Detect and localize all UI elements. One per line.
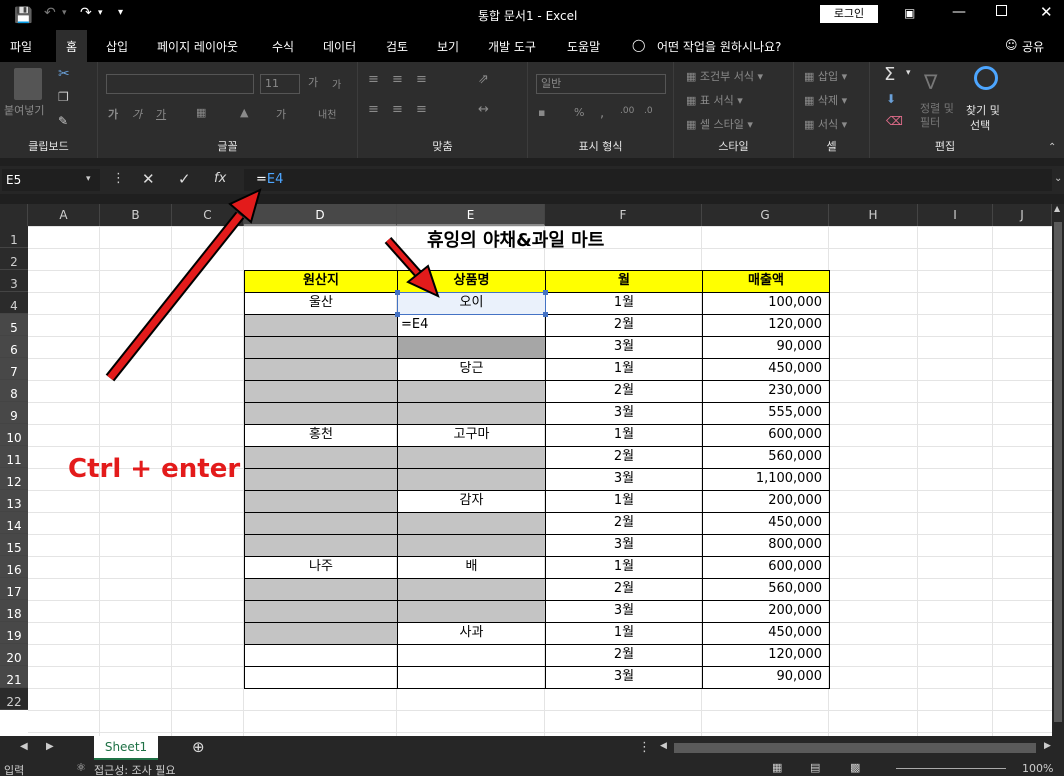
arrow-overlay bbox=[105, 188, 440, 382]
accessibility-status[interactable]: 접근성: 조사 필요 bbox=[94, 762, 176, 776]
sheet-tab-sheet1[interactable]: Sheet1 bbox=[94, 736, 158, 760]
zoom-slider[interactable] bbox=[896, 768, 1006, 769]
zoom-level[interactable]: 100% bbox=[1022, 762, 1053, 775]
status-mode: 입력 bbox=[4, 764, 25, 776]
vertical-scrollbar[interactable]: ▲ bbox=[1052, 204, 1064, 736]
page-break-view-icon[interactable]: ▩ bbox=[850, 761, 860, 774]
sheet-tabs-bar: ◀ ▶ Sheet1 ⊕ ⋮ ◀ ▶ bbox=[0, 736, 1064, 760]
accessibility-icon: ⚛ bbox=[76, 761, 86, 774]
scroll-right-icon[interactable]: ▶ bbox=[1044, 741, 1051, 751]
add-sheet-icon[interactable]: ⊕ bbox=[192, 738, 205, 756]
horizontal-scrollbar[interactable] bbox=[674, 743, 1036, 753]
vertical-scroll-thumb[interactable] bbox=[1054, 222, 1062, 722]
arrow-to-formula bbox=[105, 188, 262, 382]
prev-sheet-icon[interactable]: ◀ bbox=[20, 741, 28, 752]
scroll-up-icon[interactable]: ▲ bbox=[1054, 204, 1060, 213]
normal-view-icon[interactable]: ▦ bbox=[772, 761, 782, 774]
tab-split-icon[interactable]: ⋮ bbox=[638, 740, 651, 755]
scroll-left-icon[interactable]: ◀ bbox=[660, 741, 667, 751]
next-sheet-icon[interactable]: ▶ bbox=[46, 741, 54, 752]
page-layout-view-icon[interactable]: ▤ bbox=[810, 761, 820, 774]
arrow-to-product-header bbox=[384, 237, 440, 298]
status-bar: 입력 ⚛ 접근성: 조사 필요 ▦ ▤ ▩ 100% bbox=[0, 760, 1064, 776]
